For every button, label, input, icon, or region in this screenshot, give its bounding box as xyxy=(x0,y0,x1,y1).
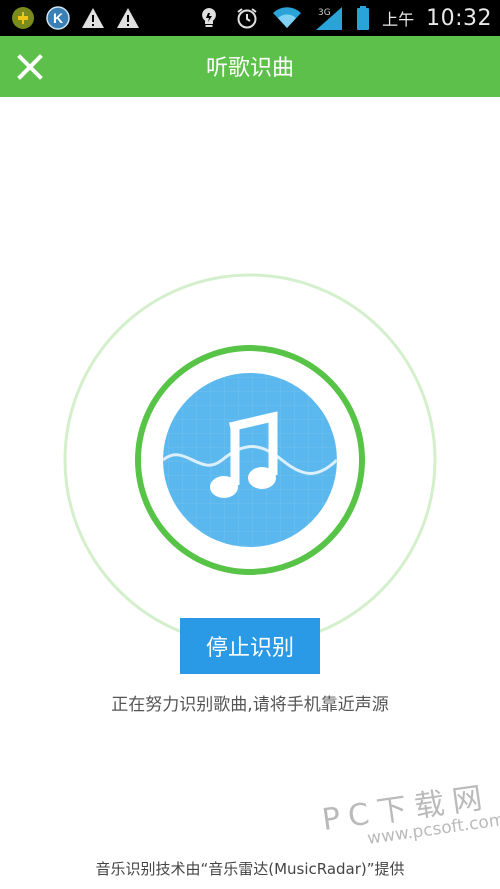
footer-credit: 音乐识别技术由“音乐雷达(MusicRadar)”提供 xyxy=(95,860,405,878)
status-notifications: K xyxy=(10,5,141,31)
alarm-icon xyxy=(234,5,260,31)
recognition-hint: 正在努力识别歌曲,请将手机靠近声源 xyxy=(111,695,389,715)
watermark-main: PC下载网 xyxy=(320,779,493,838)
wifi-icon xyxy=(272,5,302,31)
battery-icon xyxy=(356,5,370,31)
status-ampm: 上午 xyxy=(382,10,415,29)
warning-icon xyxy=(80,5,106,31)
app-bar: 听歌识曲 xyxy=(0,36,500,97)
status-bar: K 3G 上午 10:32 xyxy=(0,0,500,36)
signal-icon: 3G xyxy=(314,5,344,31)
k-app-icon: K xyxy=(45,5,71,31)
warning-icon xyxy=(115,5,141,31)
puzzle-app-icon xyxy=(10,5,36,31)
bulb-icon xyxy=(196,5,222,31)
status-system: 3G 上午 10:32 xyxy=(196,3,492,33)
status-time: 10:32 xyxy=(426,5,492,31)
page-title: 听歌识曲 xyxy=(205,56,294,81)
network-type-label: 3G xyxy=(318,8,331,18)
watermark-sub: www.pcsoft.com.cn xyxy=(366,806,500,849)
svg-text:K: K xyxy=(53,10,63,26)
stop-recognition-button[interactable]: 停止识别 xyxy=(180,618,320,674)
